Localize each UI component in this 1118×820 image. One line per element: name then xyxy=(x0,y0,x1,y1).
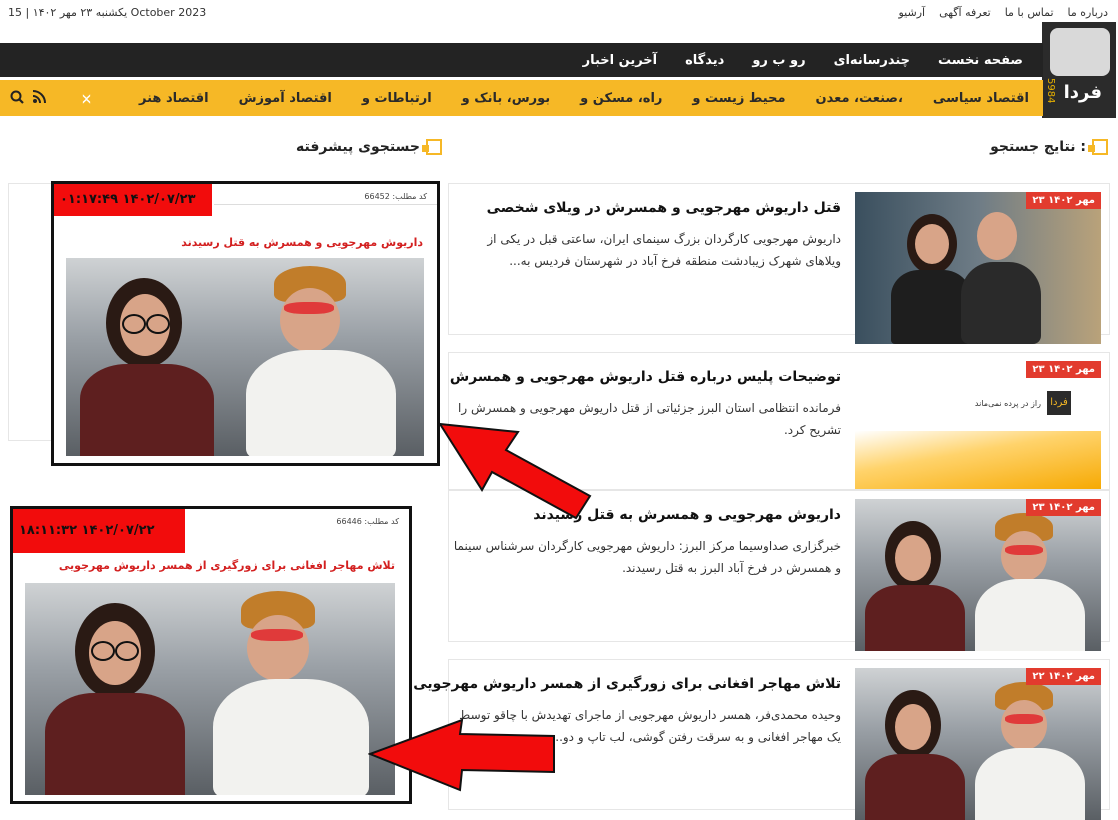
screenshot-overlay: ۱۸:۱۱:۳۲ ۱۴۰۲/۰۷/۲۲ کد مطلب: 66446 تلاش … xyxy=(10,506,412,804)
news-photo xyxy=(25,583,395,795)
timestamp-text: ۰۱:۱۷:۴۹ ۱۴۰۲/۰۷/۲۳ xyxy=(60,192,196,207)
news-photo xyxy=(855,192,1101,344)
result-thumb[interactable]: ۲۳ مهر ۱۴۰۲ xyxy=(855,499,1101,651)
result-title[interactable]: قتل داریوش مهرجویی و همسرش در ویلای شخصی xyxy=(487,200,841,216)
advanced-search-panel xyxy=(8,183,53,441)
results-title: نتایج جستجو : xyxy=(990,139,1108,155)
result-desc: داریوش مهرجویی کارگردان بزرگ سینمای ایرا… xyxy=(487,232,841,268)
chevron-left-icon[interactable]: ‹ xyxy=(80,80,96,116)
cat-art[interactable]: اقتصاد هنر xyxy=(139,91,209,106)
logo-mark xyxy=(1050,28,1110,76)
nav-latest-news[interactable]: آخرین اخبار xyxy=(583,53,658,68)
screenshot-overlay: ۰۱:۱۷:۴۹ ۱۴۰۲/۰۷/۲۳ کد مطلب: 66452 داریو… xyxy=(51,181,440,466)
date-text: یکشنبه ۲۳ مهر ۱۴۰۲ | 15 October 2023 xyxy=(8,6,207,19)
category-nav: اقتصاد سیاسی صنعت، معدن، محیط زیست و راه… xyxy=(0,80,1043,116)
result-title[interactable]: تلاش مهاجر افغانی برای زورگیری از همسر د… xyxy=(413,676,841,692)
timestamp-badge: ۱۸:۱۱:۳۲ ۱۴۰۲/۰۷/۲۲ xyxy=(13,509,185,553)
nav-face-to-face[interactable]: رو ب رو xyxy=(752,53,805,68)
main-nav: صفحه نخست چندرسانه‌ای رو ب رو دیدگاه آخر… xyxy=(0,43,1043,77)
news-photo xyxy=(66,258,424,456)
cat-industry[interactable]: صنعت، معدن، xyxy=(816,91,903,106)
nav-home[interactable]: صفحه نخست xyxy=(938,53,1023,68)
cat-housing[interactable]: راه، مسکن و xyxy=(580,91,662,106)
site-logo[interactable]: فردا 5984 xyxy=(1042,22,1116,118)
article-code: کد مطلب: 66446 xyxy=(336,517,399,526)
section-icon xyxy=(1088,139,1108,155)
timestamp-text: ۱۸:۱۱:۳۲ ۱۴۰۲/۰۷/۲۲ xyxy=(19,523,155,538)
cat-environment[interactable]: محیط زیست و xyxy=(692,91,785,106)
news-photo xyxy=(855,499,1101,651)
logo-text: فردا xyxy=(1063,82,1102,103)
date-badge: ۲۳ مهر ۱۴۰۲ xyxy=(1026,499,1101,516)
nav-multimedia[interactable]: چندرسانه‌ای xyxy=(834,53,910,68)
section-icon xyxy=(421,139,442,155)
shot-headline: تلاش مهاجر افغانی برای زورگیری از همسر د… xyxy=(58,559,395,572)
farda-logo-image: فردا راز در پرده نمی‌ماند xyxy=(855,361,1101,489)
result-desc: خبرگزاری صداوسیما مرکز البرز: داریوش مهر… xyxy=(453,539,841,575)
result-thumb[interactable]: فردا راز در پرده نمی‌ماند ۲۳ مهر ۱۴۰۲ xyxy=(855,361,1101,489)
result-thumb[interactable]: ۲۲ مهر ۱۴۰۲ xyxy=(855,668,1101,820)
advanced-search-text: جستجوی پیشرفته xyxy=(296,139,420,155)
about-link[interactable]: درباره ما xyxy=(1068,6,1108,19)
nav-opinion[interactable]: دیدگاه xyxy=(685,53,724,68)
timestamp-badge: ۰۱:۱۷:۴۹ ۱۴۰۲/۰۷/۲۳ xyxy=(54,184,212,216)
top-links: درباره ما تماس با ما تعرفه آگهی آرشیو xyxy=(898,6,1108,19)
arrow-icon xyxy=(368,718,555,792)
result-item[interactable]: ۲۳ مهر ۱۴۰۲ قتل داریوش مهرجویی و همسرش د… xyxy=(448,183,1110,344)
cat-education[interactable]: اقتصاد آموزش xyxy=(239,91,332,106)
shot-headline: داریوش مهرجویی و همسرش به قتل رسیدند xyxy=(181,236,423,249)
article-code: کد مطلب: 66452 xyxy=(364,192,427,201)
result-title[interactable]: توضیحات پلیس درباره قتل داریوش مهرجویی و… xyxy=(450,369,841,385)
search-icon[interactable] xyxy=(10,90,24,104)
archive-link[interactable]: آرشیو xyxy=(898,6,925,19)
cat-political-economy[interactable]: اقتصاد سیاسی xyxy=(933,91,1029,106)
arrow-icon xyxy=(438,422,592,520)
cat-telecom[interactable]: ارتباطات و xyxy=(362,91,432,106)
cat-bourse[interactable]: بورس، بانک و xyxy=(462,91,550,106)
logo-number: 5984 xyxy=(1045,78,1056,104)
results-title-text: نتایج جستجو : xyxy=(990,139,1086,155)
ads-link[interactable]: تعرفه آگهی xyxy=(939,6,991,19)
rss-icon[interactable] xyxy=(32,90,46,104)
result-thumb[interactable]: ۲۳ مهر ۱۴۰۲ xyxy=(855,192,1101,344)
date-badge: ۲۳ مهر ۱۴۰۲ xyxy=(1026,192,1101,209)
date-badge: ۲۳ مهر ۱۴۰۲ xyxy=(1026,361,1101,378)
date-badge: ۲۲ مهر ۱۴۰۲ xyxy=(1026,668,1101,685)
news-photo xyxy=(855,668,1101,820)
contact-link[interactable]: تماس با ما xyxy=(1005,6,1054,19)
advanced-search-title[interactable]: جستجوی پیشرفته xyxy=(296,139,442,155)
